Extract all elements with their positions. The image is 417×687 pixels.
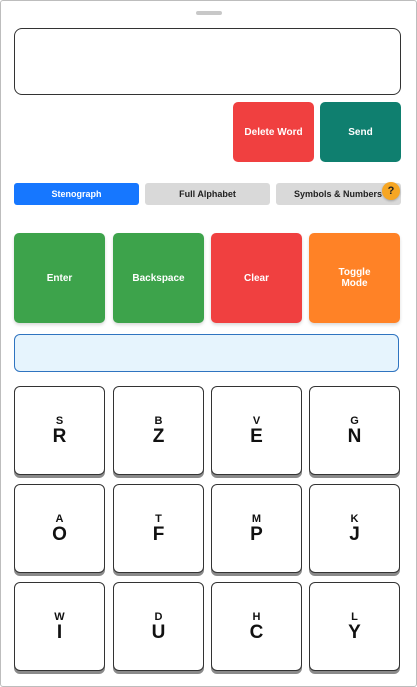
message-text-area[interactable] bbox=[14, 28, 401, 95]
key-primary-label: I bbox=[56, 622, 63, 643]
key-primary-label: C bbox=[249, 622, 264, 643]
key-k-j[interactable]: K J bbox=[309, 484, 400, 573]
key-v-e[interactable]: V E bbox=[211, 386, 302, 475]
key-g-n[interactable]: G N bbox=[309, 386, 400, 475]
backspace-button[interactable]: Backspace bbox=[113, 233, 204, 323]
key-h-c[interactable]: H C bbox=[211, 582, 302, 671]
key-primary-label: Z bbox=[152, 426, 165, 447]
drag-handle[interactable] bbox=[196, 11, 222, 15]
help-icon[interactable]: ? bbox=[382, 182, 400, 200]
key-s-r[interactable]: S R bbox=[14, 386, 105, 475]
key-m-p[interactable]: M P bbox=[211, 484, 302, 573]
key-l-y[interactable]: L Y bbox=[309, 582, 400, 671]
key-primary-label: R bbox=[52, 426, 67, 447]
toggle-mode-button[interactable]: Toggle Mode bbox=[309, 233, 400, 323]
clear-button[interactable]: Clear bbox=[211, 233, 302, 323]
send-button[interactable]: Send bbox=[320, 102, 401, 162]
key-a-o[interactable]: A O bbox=[14, 484, 105, 573]
toggle-label-line2: Mode bbox=[341, 278, 368, 289]
key-primary-label: O bbox=[52, 524, 67, 545]
key-primary-label: F bbox=[152, 524, 165, 545]
key-primary-label: N bbox=[347, 426, 362, 447]
key-primary-label: Y bbox=[348, 622, 361, 643]
key-d-u[interactable]: D U bbox=[113, 582, 204, 671]
app-window: Delete Word Send Stenograph Full Alphabe… bbox=[0, 0, 417, 687]
key-t-f[interactable]: T F bbox=[113, 484, 204, 573]
key-primary-label: J bbox=[349, 524, 360, 545]
key-primary-label: E bbox=[250, 426, 263, 447]
toggle-label-line1: Toggle bbox=[338, 267, 371, 278]
enter-button[interactable]: Enter bbox=[14, 233, 105, 323]
tab-stenograph[interactable]: Stenograph bbox=[14, 183, 139, 205]
tab-full-alphabet[interactable]: Full Alphabet bbox=[145, 183, 270, 205]
delete-word-button[interactable]: Delete Word bbox=[233, 102, 314, 162]
key-primary-label: P bbox=[250, 524, 263, 545]
steno-output-display bbox=[14, 334, 399, 372]
key-b-z[interactable]: B Z bbox=[113, 386, 204, 475]
key-w-i[interactable]: W I bbox=[14, 582, 105, 671]
key-primary-label: U bbox=[151, 622, 166, 643]
